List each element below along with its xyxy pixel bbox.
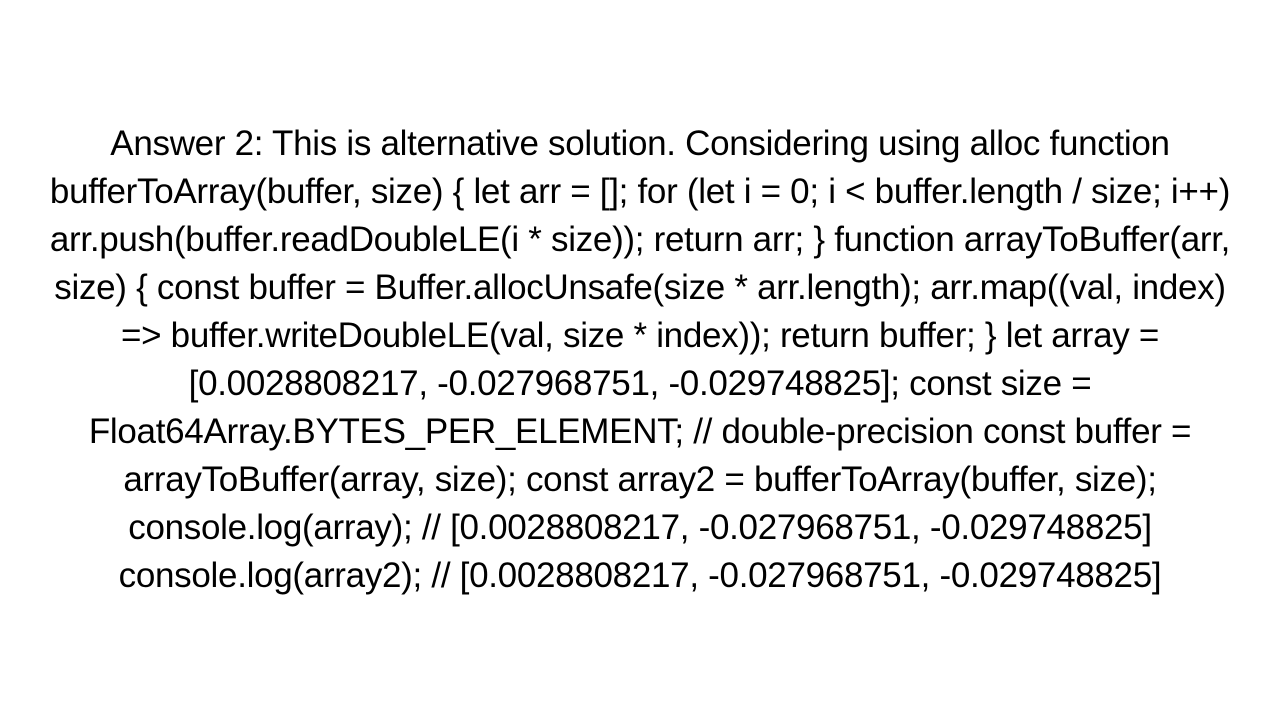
answer-text: Answer 2: This is alternative solution. … xyxy=(50,124,1230,594)
answer-text-block: Answer 2: This is alternative solution. … xyxy=(20,120,1260,599)
